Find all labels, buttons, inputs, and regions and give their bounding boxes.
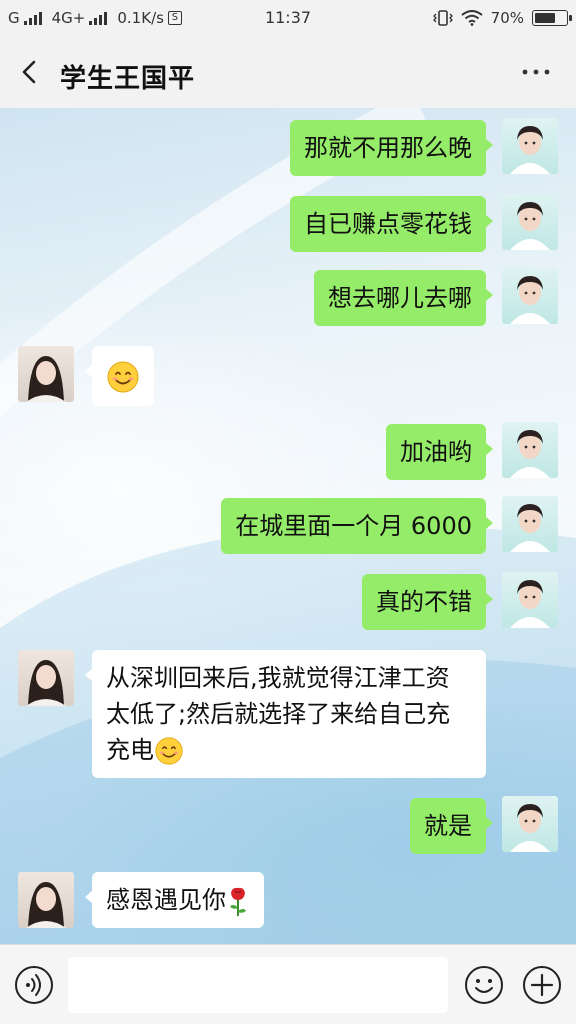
more-dots-icon <box>522 69 550 75</box>
battery-icon <box>532 10 572 26</box>
voice-icon <box>15 966 53 1004</box>
status-right: 70% <box>432 9 572 27</box>
chat-header: 学生王国平 <box>0 36 576 108</box>
avatar-contact[interactable] <box>18 872 74 928</box>
page-title: 学生王国平 <box>60 64 196 94</box>
vibrate-icon <box>432 10 453 26</box>
message-bubble-incoming[interactable]: 从深圳回来后,我就觉得江津工资太低了;然后就选择了来给自己充充电 <box>85 650 486 778</box>
rose-emoji-icon <box>230 887 246 916</box>
avatar-self[interactable] <box>502 268 558 324</box>
smile-emoji-icon <box>155 737 183 765</box>
avatar-self-image <box>502 496 558 552</box>
avatar-contact[interactable] <box>18 346 74 402</box>
avatar-self-image <box>502 194 558 250</box>
message-text: 真的不错 <box>376 588 472 616</box>
avatar-self-image <box>502 796 558 852</box>
wifi-icon <box>461 10 483 26</box>
status-bar: G 4G+ 0.1K/s S 11:37 70% <box>0 0 576 36</box>
input-bar <box>0 944 576 1024</box>
message-text: 想去哪儿去哪 <box>328 284 472 312</box>
message-bubble-outgoing[interactable]: 就是 <box>410 798 493 854</box>
avatar-self[interactable] <box>502 194 558 250</box>
message-bubble-outgoing[interactable]: 自已赚点零花钱 <box>290 196 493 252</box>
message-text: 在城里面一个月 6000 <box>235 512 472 540</box>
message-bubble-outgoing[interactable]: 在城里面一个月 6000 <box>221 498 493 554</box>
message-text: 加油哟 <box>400 438 472 466</box>
avatar-self-image <box>502 268 558 324</box>
battery-label: 70% <box>490 9 524 27</box>
message-text: 就是 <box>424 812 472 840</box>
avatar-self[interactable] <box>502 118 558 174</box>
message-text: 自已赚点零花钱 <box>304 210 472 238</box>
message-text: 那就不用那么晚 <box>304 134 472 162</box>
smile-emoji-icon <box>107 361 139 393</box>
chat-area[interactable]: 那就不用那么晚 自已赚点零花钱 想去哪儿去哪 加油哟 在城里面一个月 6000 … <box>0 108 576 944</box>
message-text: 感恩遇见你 <box>106 886 226 914</box>
avatar-self-image <box>502 422 558 478</box>
avatar-contact-image <box>18 872 74 928</box>
voice-button[interactable] <box>14 965 54 1005</box>
avatar-self[interactable] <box>502 422 558 478</box>
message-bubble-incoming[interactable]: 感恩遇见你 <box>85 872 264 928</box>
plus-icon <box>523 966 561 1004</box>
emoji-icon <box>465 966 503 1004</box>
more-button[interactable] <box>520 60 552 84</box>
chevron-left-icon <box>22 60 36 84</box>
back-button[interactable] <box>14 56 46 88</box>
avatar-contact-image <box>18 346 74 402</box>
message-bubble-incoming[interactable] <box>85 346 154 406</box>
avatar-self-image <box>502 572 558 628</box>
message-bubble-outgoing[interactable]: 加油哟 <box>386 424 493 480</box>
avatar-contact[interactable] <box>18 650 74 706</box>
avatar-self[interactable] <box>502 796 558 852</box>
emoji-button[interactable] <box>464 965 504 1005</box>
avatar-contact-image <box>18 650 74 706</box>
message-bubble-outgoing[interactable]: 想去哪儿去哪 <box>314 270 493 326</box>
avatar-self[interactable] <box>502 572 558 628</box>
avatar-self-image <box>502 118 558 174</box>
message-bubble-outgoing[interactable]: 那就不用那么晚 <box>290 120 493 176</box>
message-input[interactable] <box>68 957 448 1013</box>
avatar-self[interactable] <box>502 496 558 552</box>
message-bubble-outgoing[interactable]: 真的不错 <box>362 574 493 630</box>
more-functions-button[interactable] <box>522 965 562 1005</box>
